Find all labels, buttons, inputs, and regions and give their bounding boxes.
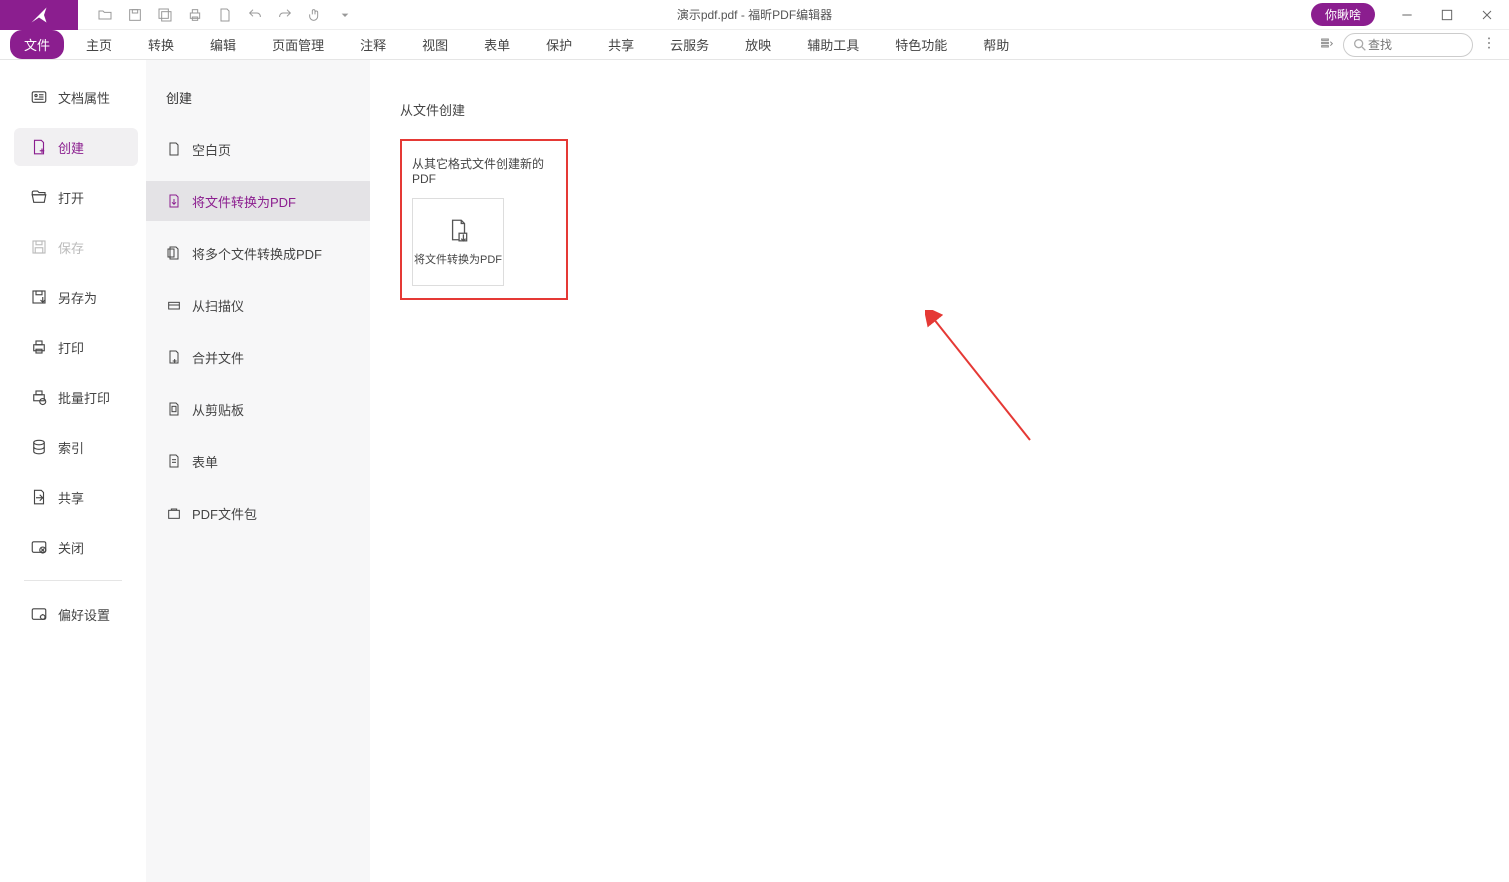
convert-file-tile[interactable]: 将文件转换为PDF bbox=[412, 198, 504, 286]
promo-button[interactable]: 你瞅啥 bbox=[1311, 3, 1375, 26]
ribbon-tab-file[interactable]: 文件 bbox=[10, 30, 64, 59]
sub-label: 从剪贴板 bbox=[192, 400, 244, 419]
nav-label: 文档属性 bbox=[58, 88, 110, 107]
sub-label: 表单 bbox=[192, 452, 218, 471]
qat-dropdown-icon[interactable] bbox=[330, 0, 360, 30]
ribbon-tab-comment[interactable]: 注释 bbox=[346, 30, 400, 59]
search-box[interactable] bbox=[1343, 33, 1473, 57]
search-icon bbox=[1352, 37, 1368, 53]
nav-print[interactable]: 打印 bbox=[0, 328, 146, 366]
tile-label: 将文件转换为PDF bbox=[414, 251, 502, 267]
create-submenu: 创建 空白页 将文件转换为PDF 将多个文件转换成PDF 从扫描仪 合并文件 从… bbox=[146, 60, 370, 882]
nav-batch-print[interactable]: 批量打印 bbox=[0, 378, 146, 416]
new-doc-icon[interactable] bbox=[210, 0, 240, 30]
maximize-button[interactable] bbox=[1429, 0, 1465, 30]
ribbon-tab-form[interactable]: 表单 bbox=[470, 30, 524, 59]
ribbon-tab-protect[interactable]: 保护 bbox=[532, 30, 586, 59]
nav-label: 批量打印 bbox=[58, 388, 110, 407]
ribbon-tab-page[interactable]: 页面管理 bbox=[258, 30, 338, 59]
nav-label: 创建 bbox=[58, 138, 84, 157]
nav-save-as[interactable]: 另存为 bbox=[0, 278, 146, 316]
sub-label: 将文件转换为PDF bbox=[192, 192, 296, 211]
nav-label: 关闭 bbox=[58, 538, 84, 557]
undo-icon[interactable] bbox=[240, 0, 270, 30]
file-convert-icon bbox=[445, 217, 471, 243]
ribbon-tab-view[interactable]: 视图 bbox=[408, 30, 462, 59]
ribbon-tab-edit[interactable]: 编辑 bbox=[196, 30, 250, 59]
nav-label: 保存 bbox=[58, 238, 84, 257]
search-input[interactable] bbox=[1368, 38, 1458, 52]
sub-form[interactable]: 表单 bbox=[146, 441, 370, 481]
nav-properties[interactable]: 文档属性 bbox=[0, 78, 146, 116]
content-title: 从文件创建 bbox=[400, 100, 1479, 119]
sub-pdf-package[interactable]: PDF文件包 bbox=[146, 493, 370, 533]
sub-multi-convert[interactable]: 将多个文件转换成PDF bbox=[146, 233, 370, 273]
sub-merge-files[interactable]: 合并文件 bbox=[146, 337, 370, 377]
nav-close[interactable]: 关闭 bbox=[0, 528, 146, 566]
ribbon-tab-convert[interactable]: 转换 bbox=[134, 30, 188, 59]
submenu-title: 创建 bbox=[146, 88, 370, 107]
quick-access-toolbar bbox=[90, 0, 360, 30]
titlebar: 演示pdf.pdf - 福昕PDF编辑器 你瞅啥 bbox=[0, 0, 1509, 30]
app-logo bbox=[0, 0, 78, 30]
divider bbox=[24, 580, 122, 581]
nav-label: 打开 bbox=[58, 188, 84, 207]
ribbon-tab-cloud[interactable]: 云服务 bbox=[656, 30, 723, 59]
nav-label: 共享 bbox=[58, 488, 84, 507]
sub-convert-file[interactable]: 将文件转换为PDF bbox=[146, 181, 370, 221]
nav-label: 偏好设置 bbox=[58, 605, 110, 624]
nav-create[interactable]: 创建 bbox=[14, 128, 138, 166]
nav-open[interactable]: 打开 bbox=[0, 178, 146, 216]
ribbon-tab-home[interactable]: 主页 bbox=[72, 30, 126, 59]
kebab-menu-icon[interactable] bbox=[1481, 35, 1497, 54]
ribbon-tab-help[interactable]: 帮助 bbox=[969, 30, 1023, 59]
sub-from-scanner[interactable]: 从扫描仪 bbox=[146, 285, 370, 325]
file-menu-sidebar: 文档属性 创建 打开 保存 另存为 打印 批量打印 索引 bbox=[0, 60, 146, 882]
nav-label: 索引 bbox=[58, 438, 84, 457]
nav-save: 保存 bbox=[0, 228, 146, 266]
print-icon[interactable] bbox=[180, 0, 210, 30]
nav-index[interactable]: 索引 bbox=[0, 428, 146, 466]
save-icon[interactable] bbox=[120, 0, 150, 30]
nav-share[interactable]: 共享 bbox=[0, 478, 146, 516]
ribbon-tab-special[interactable]: 特色功能 bbox=[881, 30, 961, 59]
ribbon-options-icon[interactable] bbox=[1319, 35, 1335, 54]
sub-blank-page[interactable]: 空白页 bbox=[146, 129, 370, 169]
hand-icon[interactable] bbox=[300, 0, 330, 30]
sub-label: 将多个文件转换成PDF bbox=[192, 244, 322, 263]
sub-from-clipboard[interactable]: 从剪贴板 bbox=[146, 389, 370, 429]
nav-label: 打印 bbox=[58, 338, 84, 357]
annotation-arrow bbox=[925, 310, 1045, 450]
nav-label: 另存为 bbox=[58, 288, 97, 307]
ribbon: 文件 主页 转换 编辑 页面管理 注释 视图 表单 保护 共享 云服务 放映 辅… bbox=[0, 30, 1509, 60]
open-icon[interactable] bbox=[90, 0, 120, 30]
close-button[interactable] bbox=[1469, 0, 1505, 30]
minimize-button[interactable] bbox=[1389, 0, 1425, 30]
save-all-icon[interactable] bbox=[150, 0, 180, 30]
sub-label: PDF文件包 bbox=[192, 504, 257, 523]
redo-icon[interactable] bbox=[270, 0, 300, 30]
sub-label: 从扫描仪 bbox=[192, 296, 244, 315]
ribbon-tab-accessibility[interactable]: 辅助工具 bbox=[793, 30, 873, 59]
content-area: 从文件创建 从其它格式文件创建新的PDF 将文件转换为PDF bbox=[370, 60, 1509, 882]
nav-preferences[interactable]: 偏好设置 bbox=[0, 595, 146, 633]
sub-label: 合并文件 bbox=[192, 348, 244, 367]
ribbon-tab-present[interactable]: 放映 bbox=[731, 30, 785, 59]
window-title: 演示pdf.pdf - 福昕PDF编辑器 bbox=[677, 6, 832, 23]
highlight-label: 从其它格式文件创建新的PDF bbox=[412, 155, 556, 186]
annotation-highlight-box: 从其它格式文件创建新的PDF 将文件转换为PDF bbox=[400, 139, 568, 300]
sub-label: 空白页 bbox=[192, 140, 231, 159]
ribbon-tab-share[interactable]: 共享 bbox=[594, 30, 648, 59]
